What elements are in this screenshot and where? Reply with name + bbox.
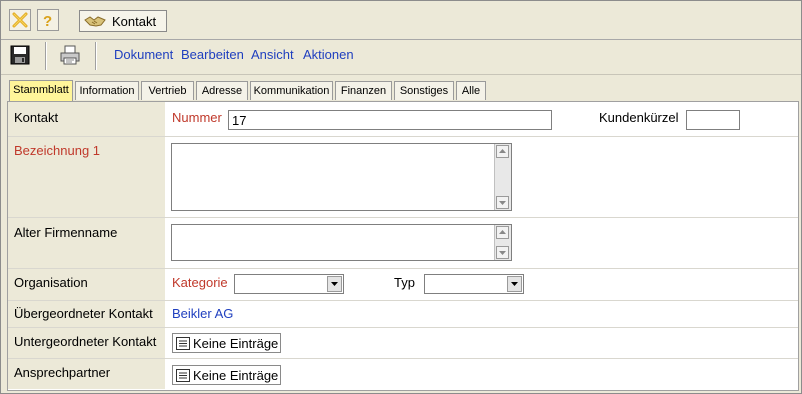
typ-select[interactable] xyxy=(424,274,524,294)
tab-alle[interactable]: Alle xyxy=(456,81,486,100)
label-cell: Kontakt xyxy=(8,102,165,136)
scroll-up-button[interactable] xyxy=(496,226,509,239)
titlebar: ? Kontakt xyxy=(1,1,801,40)
kontakt-title-button[interactable]: Kontakt xyxy=(79,10,167,32)
kontakt-title-label: Kontakt xyxy=(112,14,157,29)
menu-ansicht[interactable]: Ansicht xyxy=(251,47,294,62)
kategorie-select[interactable] xyxy=(234,274,344,294)
chevron-down-icon xyxy=(331,282,338,286)
help-button[interactable]: ? xyxy=(37,9,59,31)
kontakt-label: Kontakt xyxy=(14,110,59,125)
keine-eintraege-label: Keine Einträge xyxy=(193,336,279,351)
scroll-up-button[interactable] xyxy=(496,145,509,158)
label-cell: Alter Firmenname xyxy=(8,218,165,268)
toolbar-separator xyxy=(95,42,97,70)
row-uebergeordneter-kontakt: Übergeordneter Kontakt Beikler AG xyxy=(8,301,798,328)
arrow-down-icon xyxy=(499,201,506,205)
window-frame: ? Kontakt Dokument Bearbeiten Ansicht Ak… xyxy=(0,0,802,394)
tab-stammblatt[interactable]: Stammblatt xyxy=(9,80,73,101)
list-icon xyxy=(176,369,190,382)
scrollbar[interactable] xyxy=(494,144,511,210)
print-button[interactable] xyxy=(59,44,83,68)
tab-adresse[interactable]: Adresse xyxy=(196,81,248,100)
tab-finanzen[interactable]: Finanzen xyxy=(335,81,392,100)
kategorie-label: Kategorie xyxy=(172,275,228,290)
row-alter-firmenname: Alter Firmenname xyxy=(8,218,798,269)
arrow-up-icon xyxy=(499,149,506,153)
alter-firmenname-label: Alter Firmenname xyxy=(14,225,118,240)
nummer-input[interactable] xyxy=(228,110,552,130)
row-untergeordneter-kontakt: Untergeordneter Kontakt Keine Einträge xyxy=(8,328,798,359)
help-icon: ? xyxy=(43,13,52,28)
scroll-down-button[interactable] xyxy=(496,196,509,209)
ansprechpartner-button[interactable]: Keine Einträge xyxy=(172,365,281,385)
organisation-label: Organisation xyxy=(14,275,88,290)
label-cell: Bezeichnung 1 xyxy=(8,137,165,217)
nummer-label: Nummer xyxy=(172,110,222,125)
chevron-down-icon xyxy=(511,282,518,286)
alter-firmenname-textarea[interactable] xyxy=(171,224,512,261)
tab-sonstiges[interactable]: Sonstiges xyxy=(394,81,454,100)
save-icon xyxy=(10,45,30,65)
close-button[interactable] xyxy=(9,9,31,31)
menu-aktionen[interactable]: Aktionen xyxy=(303,47,354,62)
untergeordneter-kontakt-button[interactable]: Keine Einträge xyxy=(172,333,281,353)
kundenkuerzel-input[interactable] xyxy=(686,110,740,130)
arrow-down-icon xyxy=(499,251,506,255)
svg-text:?: ? xyxy=(43,13,52,28)
uebergeordneter-kontakt-label: Übergeordneter Kontakt xyxy=(14,306,153,321)
label-cell: Übergeordneter Kontakt xyxy=(8,301,165,327)
label-cell: Organisation xyxy=(8,269,165,300)
tab-vertrieb[interactable]: Vertrieb xyxy=(141,81,194,100)
print-icon xyxy=(60,45,80,65)
ansprechpartner-label: Ansprechpartner xyxy=(14,365,111,380)
row-ansprechpartner: Ansprechpartner Keine Einträge xyxy=(8,359,798,389)
toolbar: Dokument Bearbeiten Ansicht Aktionen xyxy=(1,40,801,75)
arrow-up-icon xyxy=(499,230,506,234)
form-panel: Kontakt Nummer Kundenkürzel Bezeichnung … xyxy=(7,101,799,391)
kundenkuerzel-label: Kundenkürzel xyxy=(599,110,679,125)
toolbar-separator xyxy=(45,42,47,70)
uebergeordneter-kontakt-link[interactable]: Beikler AG xyxy=(172,306,233,321)
typ-label: Typ xyxy=(394,275,415,290)
label-cell: Ansprechpartner xyxy=(8,359,165,389)
tab-information[interactable]: Information xyxy=(75,81,139,100)
close-icon xyxy=(12,12,28,28)
scroll-down-button[interactable] xyxy=(496,246,509,259)
bezeichnung-textarea[interactable] xyxy=(171,143,512,211)
menu-dokument[interactable]: Dokument xyxy=(114,47,173,62)
tab-kommunikation[interactable]: Kommunikation xyxy=(250,81,333,100)
menu-bearbeiten[interactable]: Bearbeiten xyxy=(181,47,244,62)
row-bezeichnung: Bezeichnung 1 xyxy=(8,137,798,218)
save-button[interactable] xyxy=(9,44,33,68)
keine-eintraege-label: Keine Einträge xyxy=(193,368,279,383)
bezeichnung-label: Bezeichnung 1 xyxy=(14,143,101,158)
dropdown-arrow[interactable] xyxy=(327,276,342,292)
dropdown-arrow[interactable] xyxy=(507,276,522,292)
handshake-icon xyxy=(84,16,106,27)
list-icon xyxy=(176,337,190,350)
row-organisation: Organisation Kategorie Typ xyxy=(8,269,798,301)
untergeordneter-kontakt-label: Untergeordneter Kontakt xyxy=(14,334,157,349)
row-kontakt: Kontakt Nummer Kundenkürzel xyxy=(8,102,798,137)
scrollbar[interactable] xyxy=(494,225,511,260)
label-cell: Untergeordneter Kontakt xyxy=(8,328,165,358)
